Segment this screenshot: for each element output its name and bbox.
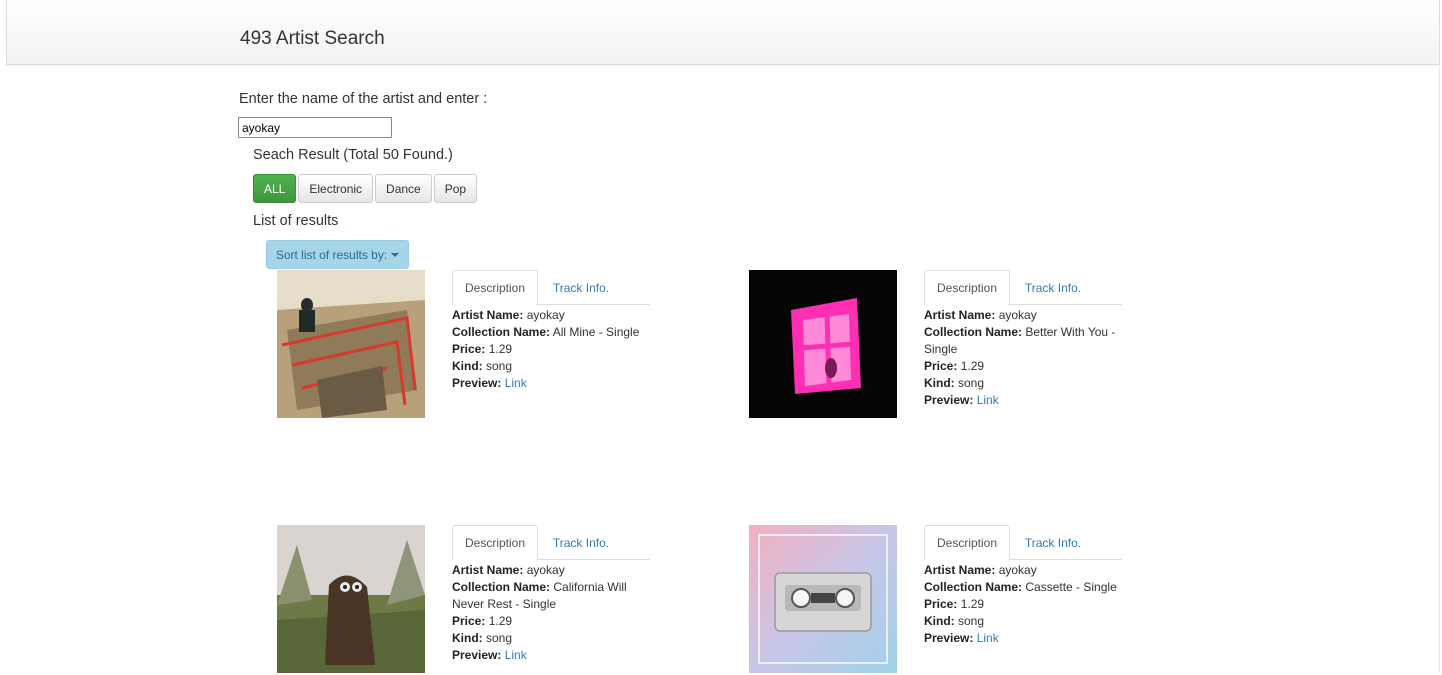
page-title: 493 Artist Search bbox=[240, 28, 385, 49]
search-input[interactable] bbox=[238, 117, 392, 138]
artist-label: Artist Name: bbox=[924, 563, 996, 577]
collection-label: Collection Name: bbox=[452, 580, 551, 594]
result-count: Seach Result (Total 50 Found.) bbox=[253, 147, 453, 163]
filter-pop-button[interactable]: Pop bbox=[433, 174, 478, 203]
preview-link[interactable]: Link bbox=[505, 376, 527, 390]
sort-label: Sort list of results by: bbox=[275, 247, 388, 262]
navbar: 493 Artist Search bbox=[6, 0, 1440, 65]
artist-value: ayokay bbox=[526, 308, 565, 322]
tab-track-info[interactable]: Track Info. bbox=[538, 525, 624, 560]
kind-label: Kind: bbox=[452, 631, 483, 645]
tab-description[interactable]: Description bbox=[924, 525, 1010, 561]
artist-value: ayokay bbox=[526, 563, 565, 577]
kind-label: Kind: bbox=[452, 359, 483, 373]
price-label: Price: bbox=[924, 359, 958, 373]
price-value: 1.29 bbox=[488, 342, 513, 356]
result-description: Artist Name: ayokay Collection Name: All… bbox=[452, 307, 657, 392]
album-art-image bbox=[749, 270, 897, 418]
preview-label: Preview: bbox=[924, 631, 974, 645]
result-tabs: Description Track Info. bbox=[452, 525, 650, 561]
artist-value: ayokay bbox=[998, 563, 1037, 577]
preview-label: Preview: bbox=[452, 376, 502, 390]
result-tabs: Description Track Info. bbox=[924, 270, 1122, 306]
tab-track-info[interactable]: Track Info. bbox=[538, 270, 624, 305]
artist-label: Artist Name: bbox=[924, 308, 996, 322]
kind-value: song bbox=[958, 614, 985, 628]
price-value: 1.29 bbox=[960, 597, 985, 611]
genre-filter-group: ALL Electronic Dance Pop bbox=[253, 174, 479, 203]
price-label: Price: bbox=[452, 342, 486, 356]
album-art-image bbox=[277, 270, 425, 418]
preview-label: Preview: bbox=[452, 648, 502, 662]
filter-dance-button[interactable]: Dance bbox=[375, 174, 432, 203]
tab-track-info[interactable]: Track Info. bbox=[1010, 525, 1096, 560]
collection-value: Cassette - Single bbox=[1025, 580, 1117, 594]
kind-value: song bbox=[486, 359, 513, 373]
price-label: Price: bbox=[452, 614, 486, 628]
result-card: Description Track Info. Artist Name: ayo… bbox=[277, 270, 657, 420]
result-description: Artist Name: ayokay Collection Name: Bet… bbox=[924, 307, 1129, 409]
preview-link[interactable]: Link bbox=[977, 393, 999, 407]
list-title: List of results bbox=[253, 213, 339, 229]
artist-label: Artist Name: bbox=[452, 308, 524, 322]
result-description: Artist Name: ayokay Collection Name: Cal… bbox=[452, 562, 657, 664]
album-art-image bbox=[749, 525, 897, 673]
collection-label: Collection Name: bbox=[924, 580, 1023, 594]
result-tabs: Description Track Info. bbox=[452, 270, 650, 306]
filter-electronic-button[interactable]: Electronic bbox=[298, 174, 374, 203]
result-card: Description Track Info. Artist Name: ayo… bbox=[277, 525, 657, 675]
price-label: Price: bbox=[924, 597, 958, 611]
collection-value: All Mine - Single bbox=[552, 325, 640, 339]
result-card: Description Track Info. Artist Name: ayo… bbox=[749, 525, 1129, 675]
kind-value: song bbox=[486, 631, 513, 645]
result-card: Description Track Info. Artist Name: ayo… bbox=[749, 270, 1129, 420]
tab-description[interactable]: Description bbox=[924, 270, 1010, 306]
artist-label: Artist Name: bbox=[452, 563, 524, 577]
tab-description[interactable]: Description bbox=[452, 525, 538, 561]
sort-dropdown-button[interactable]: Sort list of results by: bbox=[266, 240, 409, 269]
tab-track-info[interactable]: Track Info. bbox=[1010, 270, 1096, 305]
page-edge bbox=[1439, 65, 1440, 673]
album-art-image bbox=[277, 525, 425, 673]
artist-value: ayokay bbox=[998, 308, 1037, 322]
filter-all-button[interactable]: ALL bbox=[253, 174, 297, 203]
price-value: 1.29 bbox=[960, 359, 985, 373]
result-tabs: Description Track Info. bbox=[924, 525, 1122, 561]
price-value: 1.29 bbox=[488, 614, 513, 628]
search-prompt: Enter the name of the artist and enter : bbox=[239, 91, 488, 107]
result-description: Artist Name: ayokay Collection Name: Cas… bbox=[924, 562, 1129, 647]
collection-label: Collection Name: bbox=[452, 325, 551, 339]
kind-label: Kind: bbox=[924, 376, 955, 390]
kind-value: song bbox=[958, 376, 985, 390]
caret-down-icon bbox=[391, 252, 400, 257]
preview-label: Preview: bbox=[924, 393, 974, 407]
collection-label: Collection Name: bbox=[924, 325, 1023, 339]
preview-link[interactable]: Link bbox=[505, 648, 527, 662]
kind-label: Kind: bbox=[924, 614, 955, 628]
preview-link[interactable]: Link bbox=[977, 631, 999, 645]
tab-description[interactable]: Description bbox=[452, 270, 538, 306]
